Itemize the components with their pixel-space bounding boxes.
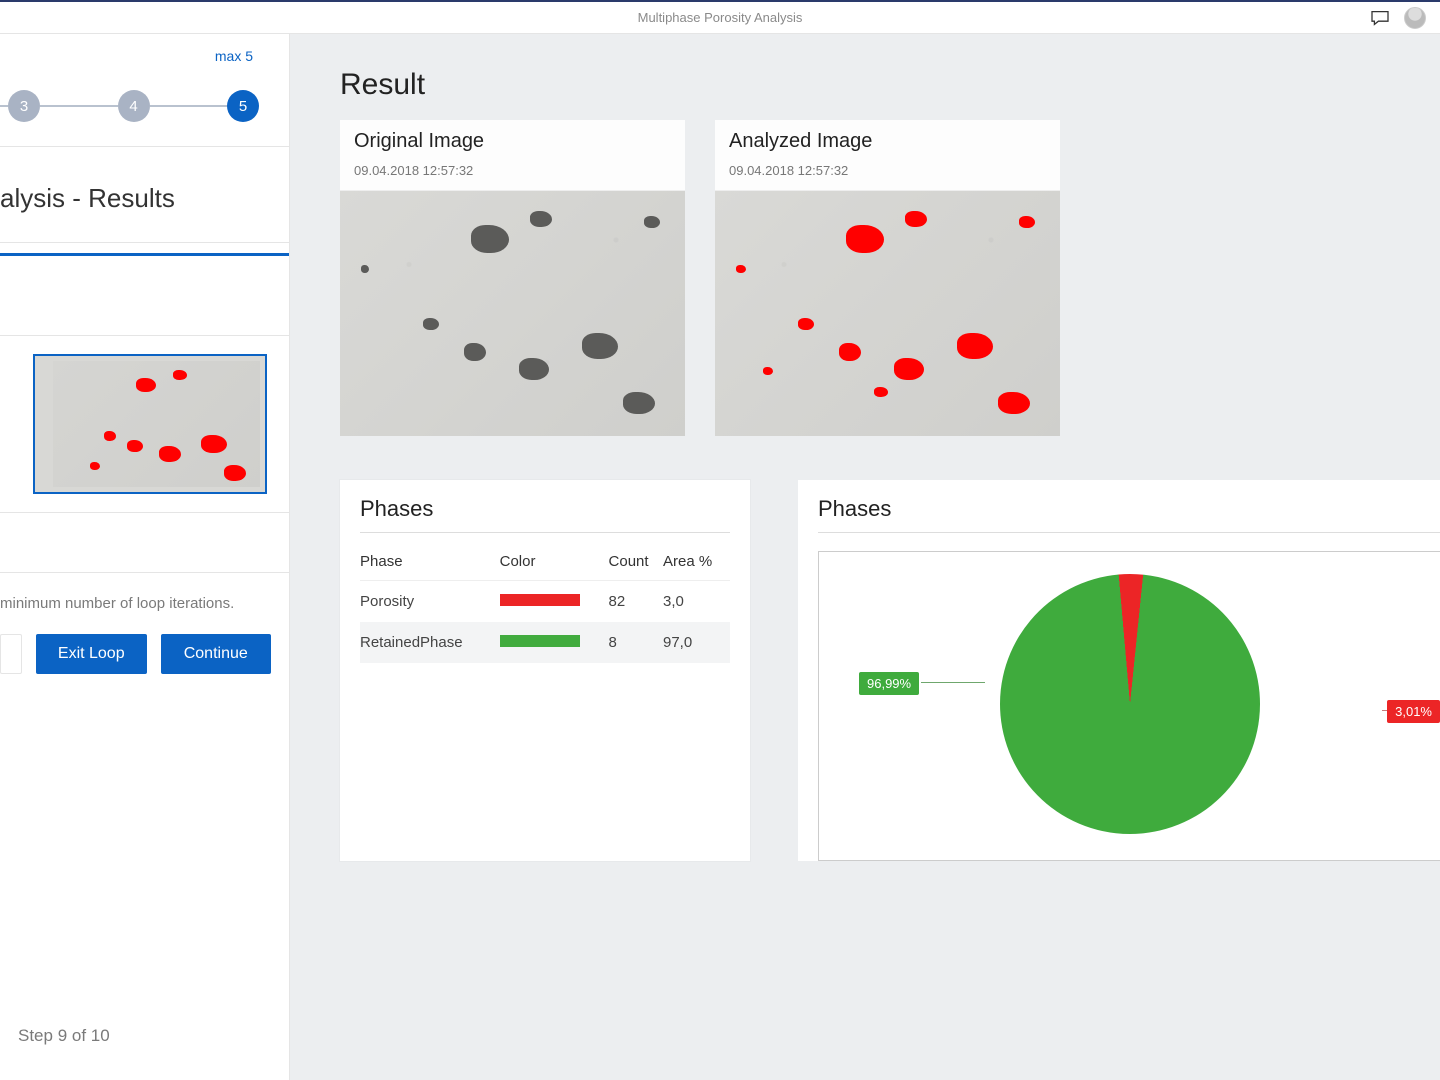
- color-swatch-green: [500, 635, 580, 647]
- phases-table-card: Phases Phase Color Count Area % Porosity…: [340, 480, 750, 861]
- app-title: Multiphase Porosity Analysis: [638, 10, 803, 25]
- analyzed-image[interactable]: [715, 191, 1060, 436]
- leader-line-green: [921, 682, 985, 683]
- analyzed-image-date: 09.04.2018 12:57:32: [729, 163, 1046, 178]
- color-swatch-red: [500, 594, 580, 606]
- analyzed-image-title: Analyzed Image: [729, 130, 1046, 153]
- pie-label-green: 96,99%: [859, 672, 919, 695]
- col-count: Count: [609, 539, 663, 581]
- result-thumbnail[interactable]: [33, 354, 267, 494]
- phases-chart-card: Phases 96,99% 3,01%: [798, 480, 1440, 861]
- topbar: Multiphase Porosity Analysis: [0, 0, 1440, 34]
- step-5[interactable]: 5: [227, 90, 259, 122]
- panel-title: alysis - Results: [0, 183, 271, 214]
- continue-button[interactable]: Continue: [161, 634, 272, 674]
- phases-table-title: Phases: [360, 496, 730, 533]
- pie-label-red: 3,01%: [1387, 700, 1440, 723]
- col-area: Area %: [663, 539, 730, 581]
- sidebar: max 5 3 4 5 alysis - Results: [0, 34, 290, 1080]
- phases-chart-title: Phases: [818, 496, 1440, 533]
- stepper-max-label: max 5: [215, 48, 253, 64]
- chat-icon[interactable]: [1370, 10, 1390, 26]
- exit-loop-button[interactable]: Exit Loop: [36, 634, 147, 674]
- loop-hint: minimum number of loop iterations.: [0, 573, 289, 624]
- original-image[interactable]: [340, 191, 685, 436]
- original-image-card: Original Image 09.04.2018 12:57:32: [340, 120, 685, 436]
- main-content: Result Original Image 09.04.2018 12:57:3…: [290, 34, 1440, 1080]
- analyzed-image-card: Analyzed Image 09.04.2018 12:57:32: [715, 120, 1060, 436]
- result-title: Result: [340, 68, 1440, 102]
- step-counter: Step 9 of 10: [0, 1026, 289, 1080]
- col-phase: Phase: [360, 539, 500, 581]
- original-image-date: 09.04.2018 12:57:32: [354, 163, 671, 178]
- user-avatar[interactable]: [1404, 7, 1426, 29]
- step-3[interactable]: 3: [8, 90, 40, 122]
- original-image-title: Original Image: [354, 130, 671, 153]
- col-color: Color: [500, 539, 609, 581]
- table-row: Porosity 82 3,0: [360, 581, 730, 623]
- step-4[interactable]: 4: [118, 90, 150, 122]
- prev-button[interactable]: [0, 634, 22, 674]
- pie-body: [989, 563, 1271, 845]
- table-row: RetainedPhase 8 97,0: [360, 622, 730, 663]
- pie-chart: 96,99% 3,01%: [818, 551, 1440, 861]
- stepper: max 5 3 4 5: [0, 34, 289, 147]
- phases-table: Phase Color Count Area % Porosity 82 3,0: [360, 539, 730, 663]
